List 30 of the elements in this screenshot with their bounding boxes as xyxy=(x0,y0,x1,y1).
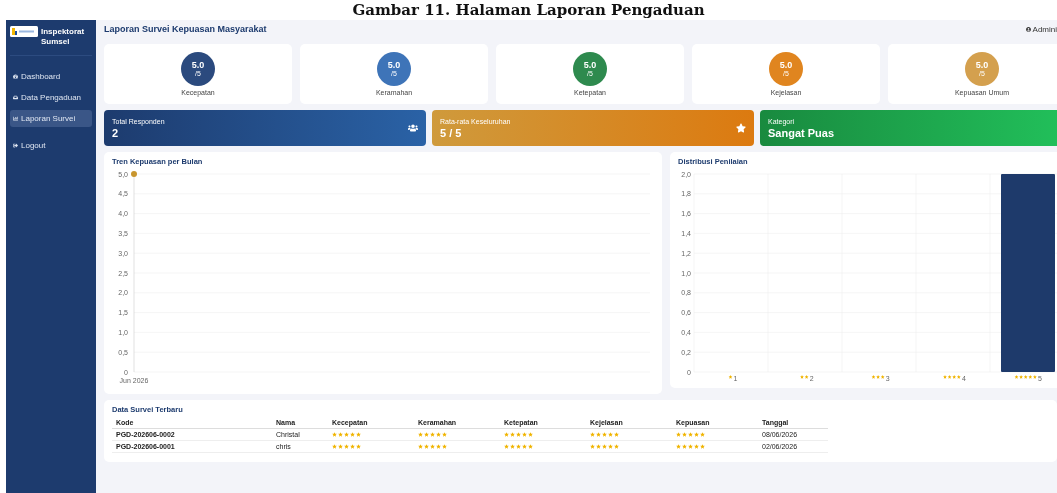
inbox-icon xyxy=(13,95,18,100)
stars-icon xyxy=(943,375,961,379)
stars-icon xyxy=(728,375,733,379)
brand-name: Inspektorat Sumsel xyxy=(41,27,86,47)
logo-icon xyxy=(10,26,38,37)
data-point xyxy=(131,171,137,177)
nav-item[interactable]: Dashboard xyxy=(10,68,92,85)
gauge-icon xyxy=(13,74,18,79)
users-icon xyxy=(408,123,418,133)
page-title: Laporan Survei Kepuasan Masyarakat xyxy=(104,24,267,34)
stars-icon xyxy=(800,375,809,379)
stars-icon xyxy=(871,375,885,379)
score-value: 5.0 xyxy=(779,60,793,70)
score-value: 5.0 xyxy=(583,60,597,70)
stat-value: 2 xyxy=(112,126,120,139)
bar-chart-icon xyxy=(13,116,18,121)
nav-item[interactable]: Data Pengaduan xyxy=(10,89,92,106)
nav-item[interactable]: Logout xyxy=(10,137,92,154)
user-icon xyxy=(1025,26,1031,32)
score-value: 5.0 xyxy=(387,60,401,70)
score-value: 5.0 xyxy=(975,60,989,70)
stat-value: Sangat Puas xyxy=(768,126,835,139)
nav-item[interactable]: Laporan Survei xyxy=(10,110,92,127)
stars-icon xyxy=(1014,375,1037,379)
score-value: 5.0 xyxy=(191,60,205,70)
stat-value: 5 / 5 xyxy=(440,126,463,139)
logout-icon xyxy=(13,143,18,148)
star-icon xyxy=(736,123,746,133)
user-menu[interactable]: Admini xyxy=(1025,24,1057,34)
figure-caption: Gambar 11. Halaman Laporan Pengaduan xyxy=(352,1,705,19)
